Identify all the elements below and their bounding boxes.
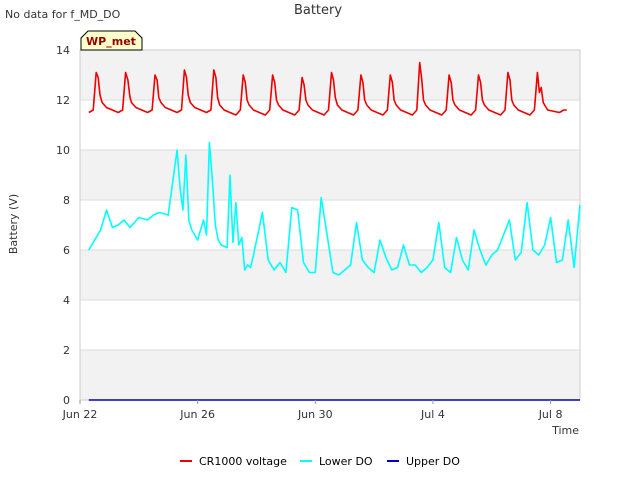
site-badge-label: WP_met xyxy=(86,35,136,48)
y-tick-label: 0 xyxy=(63,394,70,407)
x-tick-label: Jun 26 xyxy=(179,408,215,421)
plot-band xyxy=(80,150,580,200)
y-tick-label: 8 xyxy=(63,194,70,207)
site-badge: WP_met xyxy=(80,30,143,51)
plot-band xyxy=(80,200,580,250)
y-tick-label: 10 xyxy=(56,144,70,157)
legend-item: Lower DO xyxy=(300,455,373,468)
y-tick-label: 6 xyxy=(63,244,70,257)
legend-label: CR1000 voltage xyxy=(199,455,287,468)
plot-band xyxy=(80,350,580,400)
plot-band xyxy=(80,300,580,350)
x-tick-label: Jul 4 xyxy=(420,408,445,421)
legend-label: Upper DO xyxy=(406,455,460,468)
no-data-note: No data for f_MD_DO xyxy=(5,8,121,21)
x-axis-ticks: Jun 22 Jun 26 Jun 30 Jul 4 Jul 8 xyxy=(62,400,563,421)
chart-title: Battery xyxy=(294,3,342,18)
legend-label: Lower DO xyxy=(319,455,373,468)
y-axis-label: Battery (V) xyxy=(7,194,20,254)
y-tick-label: 4 xyxy=(63,294,70,307)
x-axis-label: Time xyxy=(551,424,579,437)
legend-item: CR1000 voltage xyxy=(180,455,287,468)
x-tick-label: Jun 30 xyxy=(297,408,333,421)
y-axis-ticks: 0 2 4 6 8 10 12 14 xyxy=(56,44,70,407)
x-tick-label: Jul 8 xyxy=(538,408,563,421)
battery-chart: No data for f_MD_DO Battery 02468101214 … xyxy=(5,3,581,468)
y-tick-label: 14 xyxy=(56,44,70,57)
y-tick-label: 12 xyxy=(56,94,70,107)
y-tick-label: 2 xyxy=(63,344,70,357)
legend-item: Upper DO xyxy=(387,455,460,468)
legend: CR1000 voltage Lower DO Upper DO xyxy=(180,455,460,468)
x-tick-label: Jun 22 xyxy=(62,408,98,421)
